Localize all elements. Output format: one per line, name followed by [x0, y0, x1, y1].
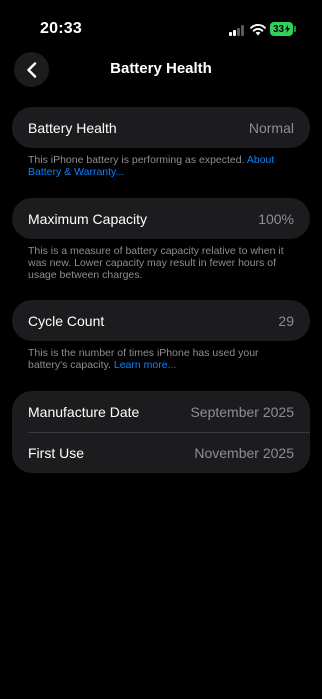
- maximum-capacity-note: This is a measure of battery capacity re…: [28, 245, 284, 281]
- battery-health-label: Battery Health: [28, 119, 117, 136]
- maximum-capacity-card: Maximum Capacity 100%: [12, 198, 310, 239]
- dates-card: Manufacture Date September 2025 First Us…: [12, 391, 310, 473]
- charging-bolt-icon: [285, 25, 291, 33]
- battery-charging-icon: 33: [270, 22, 296, 36]
- first-use-label: First Use: [28, 444, 84, 461]
- battery-health-value: Normal: [248, 119, 294, 136]
- battery-health-note-text: This iPhone battery is performing as exp…: [28, 154, 247, 166]
- cycle-count-note: This is the number of times iPhone has u…: [28, 347, 296, 371]
- status-bar: 20:33 33: [0, 0, 322, 50]
- status-time: 20:33: [40, 20, 82, 37]
- manufacture-date-label: Manufacture Date: [28, 403, 140, 420]
- maximum-capacity-label: Maximum Capacity: [28, 210, 148, 227]
- page-title: Battery Health: [110, 60, 212, 77]
- maximum-capacity-row: Maximum Capacity 100%: [12, 198, 310, 239]
- cellular-signal-icon: [229, 25, 245, 36]
- manufacture-date-value: September 2025: [190, 403, 294, 420]
- first-use-value: November 2025: [194, 444, 294, 461]
- cycle-count-label: Cycle Count: [28, 312, 105, 329]
- battery-health-note: This iPhone battery is performing as exp…: [28, 154, 296, 178]
- battery-health-card: Battery Health Normal: [12, 107, 310, 148]
- battery-health-row: Battery Health Normal: [12, 107, 310, 148]
- wifi-icon: [250, 24, 266, 36]
- cycle-count-value: 29: [278, 312, 294, 329]
- first-use-row: First Use November 2025: [12, 432, 310, 473]
- cycle-count-row: Cycle Count 29: [12, 300, 310, 341]
- cycle-count-card: Cycle Count 29: [12, 300, 310, 341]
- battery-level: 33: [272, 23, 285, 35]
- maximum-capacity-value: 100%: [258, 210, 294, 227]
- manufacture-date-row: Manufacture Date September 2025: [12, 391, 310, 432]
- learn-more-link[interactable]: Learn more...: [114, 359, 176, 371]
- battery-health-screen: 20:33 33 Battery Health Battery Health N…: [0, 0, 322, 699]
